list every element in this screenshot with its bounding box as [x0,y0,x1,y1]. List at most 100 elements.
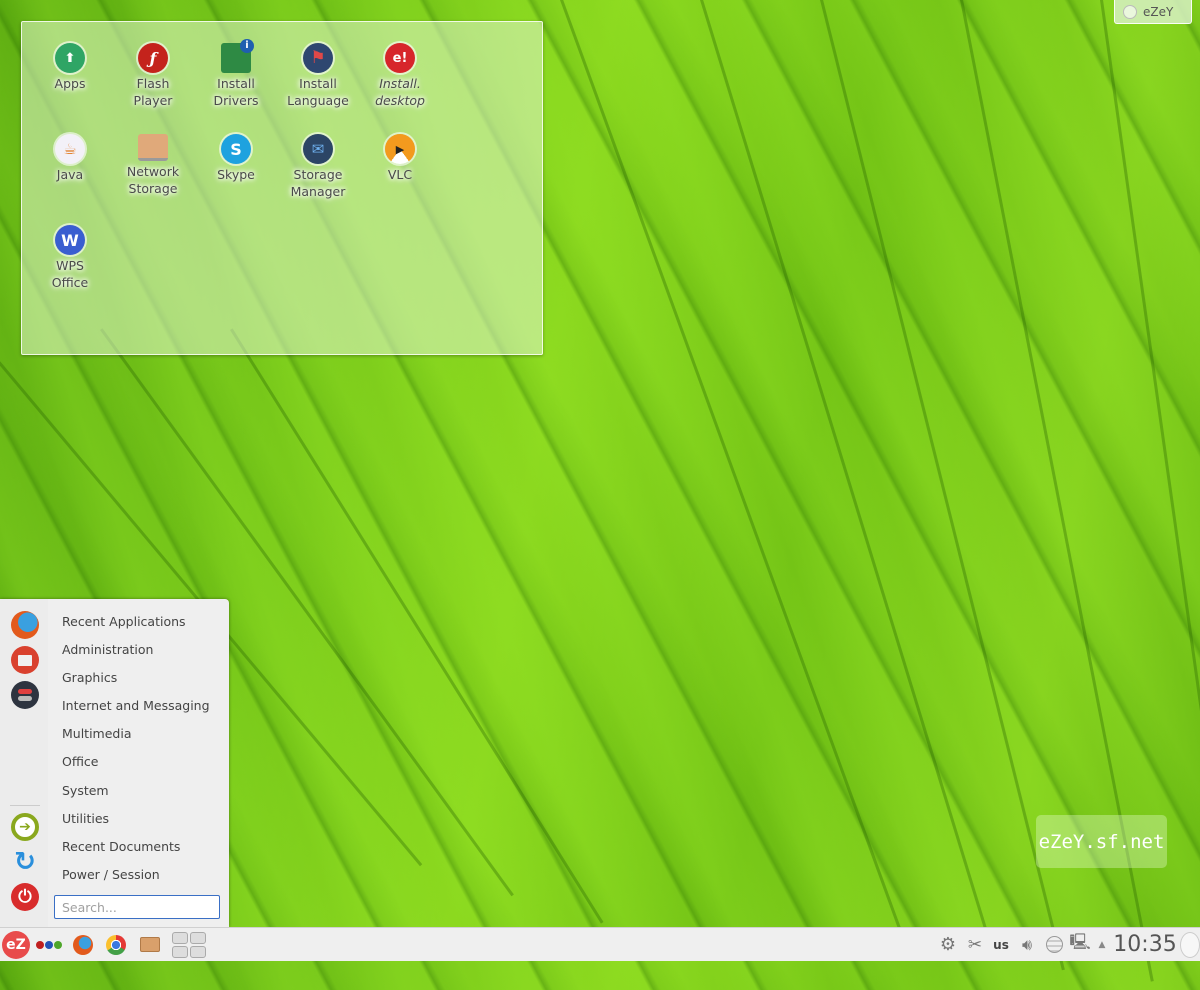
favorite-system-settings[interactable] [11,681,39,709]
pager-desktop-2[interactable] [190,931,206,944]
tray-expand-arrow[interactable]: ▲ [1095,928,1109,961]
desktop-folder-view: ⬆ Apps ƒ Flash Player i Install Drivers … [21,21,543,355]
desktop-icon-flash-player[interactable]: ƒ Flash Player [113,38,193,109]
tray-keyboard-layout[interactable]: us [990,928,1012,961]
desktop-icon-java[interactable]: ☕ Java [30,129,110,183]
menu-category-power-session[interactable]: Power / Session [62,867,160,883]
desktop-icon-label: Storage [128,181,178,196]
favorite-file-manager[interactable] [11,646,39,674]
tray-network-connection[interactable]: 🖳︎ [1069,928,1091,961]
pager-grid [172,931,206,958]
digital-clock[interactable]: 10:35 [1113,928,1177,961]
taskbar-file-manager[interactable] [137,928,163,961]
toolbox-label: eZeY [1143,4,1174,19]
chevron-up-icon: ▲ [1098,939,1106,950]
search-input[interactable] [54,895,220,919]
tray-network[interactable] [1043,928,1065,961]
desktop-icon-label: Storage [293,167,343,182]
virtual-desktop-pager[interactable] [170,928,208,961]
menu-category-graphics[interactable]: Graphics [62,670,117,686]
pager-desktop-4[interactable] [190,945,206,958]
desktop-icon-label: Java [56,167,84,182]
desktop-icon-label: Install [299,76,337,91]
taskbar-firefox[interactable] [70,928,96,961]
clock-time: 10:35 [1113,932,1177,957]
desktop-icon-label: Player [133,93,173,108]
tray-system-settings[interactable]: ⚙ [937,928,959,961]
taskbar-chrome[interactable] [103,928,129,961]
storage-manager-icon: ✉ [303,134,333,164]
desktop-icon-network-storage[interactable]: Network Storage [113,129,193,197]
desktop-icon-storage-manager[interactable]: ✉ Storage Manager [278,129,358,200]
desktop-icon-label: Drivers [213,93,259,108]
tray-volume[interactable]: 🔊︎ [1015,928,1039,961]
menu-category-multimedia[interactable]: Multimedia [62,726,132,742]
wps-office-icon: W [55,225,85,255]
restart-button[interactable]: ↻ [11,847,39,877]
application-launcher-button[interactable]: eZ [1,928,31,961]
desktop-icon-label: VLC [387,167,413,182]
desktop-icon-vlc[interactable]: ▶ VLC [360,129,440,183]
file-manager-icon [140,937,160,952]
skype-icon: S [221,134,251,164]
file-manager-icon [18,654,32,666]
logout-button[interactable]: ➔ [11,813,39,841]
menu-category-administration[interactable]: Administration [62,642,153,658]
desktop-icon-label: Skype [217,167,255,182]
keyboard-layout-label: us [993,937,1009,952]
menu-category-recent-applications[interactable]: Recent Applications [62,614,186,630]
menu-category-internet-messaging[interactable]: Internet and Messaging [62,698,210,714]
power-icon: ⏻ [18,887,32,907]
java-icon: ☕ [55,134,85,164]
toggle-bar [18,696,32,701]
desktop-icon-label: desktop [375,93,425,108]
desktop-icon-label: Apps [54,76,86,91]
desktop-icon-install-language[interactable]: ⚑ Install Language [278,38,358,109]
restart-icon: ↻ [14,847,36,877]
network-globe-icon [1045,936,1063,953]
desktop-icon-label: Install [217,76,255,91]
favorite-firefox[interactable] [11,611,39,639]
ezey-launcher-icon: eZ [2,930,30,959]
flash-player-icon: ƒ [138,43,168,73]
desktop-icon-label: Language [287,93,349,108]
gear-icon: ⚙ [939,934,957,955]
activities-icon [36,940,62,949]
computer-network-icon: 🖳︎ [1069,932,1091,951]
shutdown-button[interactable]: ⏻ [11,883,39,911]
menu-category-system[interactable]: System [62,783,109,799]
desktop-icon-apps[interactable]: ⬆ Apps [30,38,110,92]
menu-category-office[interactable]: Office [62,754,99,770]
menu-category-utilities[interactable]: Utilities [62,811,109,827]
desktop-icon-label: Flash [136,76,170,91]
network-storage-folder-icon [138,134,168,161]
firefox-icon [73,934,93,955]
desktop-icon-label: WPS [56,258,84,273]
desktop-icon-label: Network [126,164,180,179]
system-settings-toggle-icon [18,689,32,694]
logout-icon: ➔ [19,819,31,835]
desktop-icon-skype[interactable]: S Skype [196,129,276,183]
activities-button[interactable] [33,928,65,961]
menu-category-recent-documents[interactable]: Recent Documents [62,839,180,855]
desktop-icon-install-desktop[interactable]: e! Install. desktop [360,38,440,109]
speaker-volume-icon: 🔊︎ [1021,934,1033,954]
tray-clipboard[interactable]: ✂ [964,928,986,961]
desktop-icon-install-drivers[interactable]: i Install Drivers [196,38,276,109]
panel-toolbox[interactable] [1180,928,1200,961]
install-desktop-ezey-icon: e! [385,43,415,73]
install-language-flag-icon: ⚑ [303,43,333,73]
ezey-watermark: eZeY.sf.net [1036,815,1167,868]
sidebar-separator [10,805,40,806]
desktop-icon-wps-office[interactable]: W WPS Office [30,220,110,291]
ezey-toolbox-icon [1180,931,1200,958]
desktop-icon-label: Install. [379,76,421,91]
desktop-toolbox-tab[interactable]: eZeY [1114,0,1192,24]
install-drivers-icon: i [221,39,254,73]
desktop-icon-label: Manager [290,184,346,199]
apps-store-icon: ⬆ [55,43,85,73]
chrome-icon [106,934,126,955]
pager-desktop-3[interactable] [172,945,188,958]
pager-desktop-1[interactable] [172,931,188,944]
application-launcher-menu: ➔ ↻ ⏻ Recent Applications Administration… [0,599,229,927]
